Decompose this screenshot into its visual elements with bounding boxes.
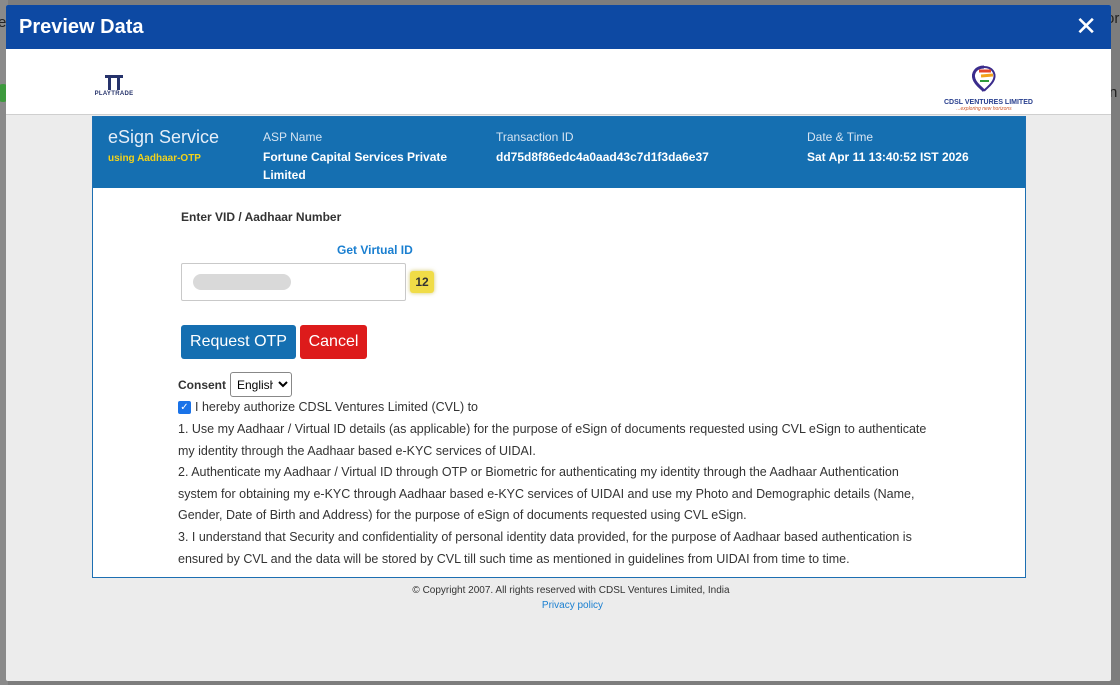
transaction-id-column: Transaction ID dd75d8f86edc4a0aad43c7d1f… <box>496 130 756 166</box>
consent-point: 3. I understand that Security and confid… <box>178 529 912 566</box>
copyright-text: © Copyright 2007. All rights reserved wi… <box>412 585 730 596</box>
service-title: eSign Service <box>108 127 220 147</box>
playtrade-logo-text: PLAYTRADE <box>94 91 134 97</box>
digit-count-badge: 12 <box>410 271 434 293</box>
asp-name-column: ASP Name Fortune Capital Services Privat… <box>263 130 473 184</box>
date-time-value: Sat Apr 11 13:40:52 IST 2026 <box>807 150 969 164</box>
request-otp-button[interactable]: Request OTP <box>181 325 296 359</box>
preview-data-modal: Preview Data ✕ PLAYTRADE CDSL VENTURES L… <box>6 5 1111 681</box>
cdsl-logo: CDSL VENTURES LIMITED ...exploring new h… <box>944 64 1033 112</box>
cdsl-logo-mark <box>972 65 996 92</box>
close-icon[interactable]: ✕ <box>1075 14 1097 40</box>
cancel-button[interactable]: Cancel <box>300 325 367 359</box>
consent-language-select[interactable]: English <box>230 372 292 397</box>
asp-name-label: ASP Name <box>263 130 323 144</box>
consent-point: 1. Use my Aadhaar / Virtual ID details (… <box>178 422 927 458</box>
playtrade-logo-mark <box>105 75 123 90</box>
modal-header: Preview Data ✕ <box>6 5 1111 49</box>
vid-aadhaar-input[interactable] <box>181 263 406 301</box>
consent-text: 1. Use my Aadhaar / Virtual ID details (… <box>178 419 940 570</box>
modal-title: Preview Data <box>19 15 144 38</box>
transaction-id-label: Transaction ID <box>496 130 574 144</box>
service-subtitle: using Aadhaar-OTP <box>108 153 201 164</box>
checkbox-checked-icon[interactable]: ✓ <box>178 400 191 414</box>
logo-bar: PLAYTRADE CDSL VENTURES LIMITED ...explo… <box>6 49 1111 115</box>
cdsl-logo-name: CDSL VENTURES LIMITED <box>944 99 1033 106</box>
consent-label: Consent <box>178 377 226 392</box>
consent-row: Consent English <box>178 372 292 397</box>
get-virtual-id-link[interactable]: Get Virtual ID <box>337 243 413 257</box>
cdsl-logo-tagline: ...exploring new horizons <box>956 106 1012 112</box>
transaction-id-value: dd75d8f86edc4a0aad43c7d1f3da6e37 <box>496 150 709 164</box>
date-time-label: Date & Time <box>807 130 874 144</box>
authorize-row: ✓ I hereby authorize CDSL Ventures Limit… <box>178 400 478 414</box>
esign-header: eSign Service using Aadhaar-OTP ASP Name… <box>93 117 1025 188</box>
date-time-column: Date & Time Sat Apr 11 13:40:52 IST 2026 <box>807 130 1017 166</box>
esign-panel: eSign Service using Aadhaar-OTP ASP Name… <box>92 116 1026 578</box>
authorize-text: I hereby authorize CDSL Ventures Limited… <box>195 400 479 414</box>
playtrade-logo: PLAYTRADE <box>94 74 134 97</box>
vid-aadhaar-label: Enter VID / Aadhaar Number <box>181 210 342 224</box>
masked-aadhaar-value <box>193 274 291 290</box>
consent-point: 2. Authenticate my Aadhaar / Virtual ID … <box>178 465 915 523</box>
privacy-policy-link[interactable]: Privacy policy <box>6 600 1111 611</box>
asp-name-value: Fortune Capital Services Private Limited <box>263 150 448 182</box>
